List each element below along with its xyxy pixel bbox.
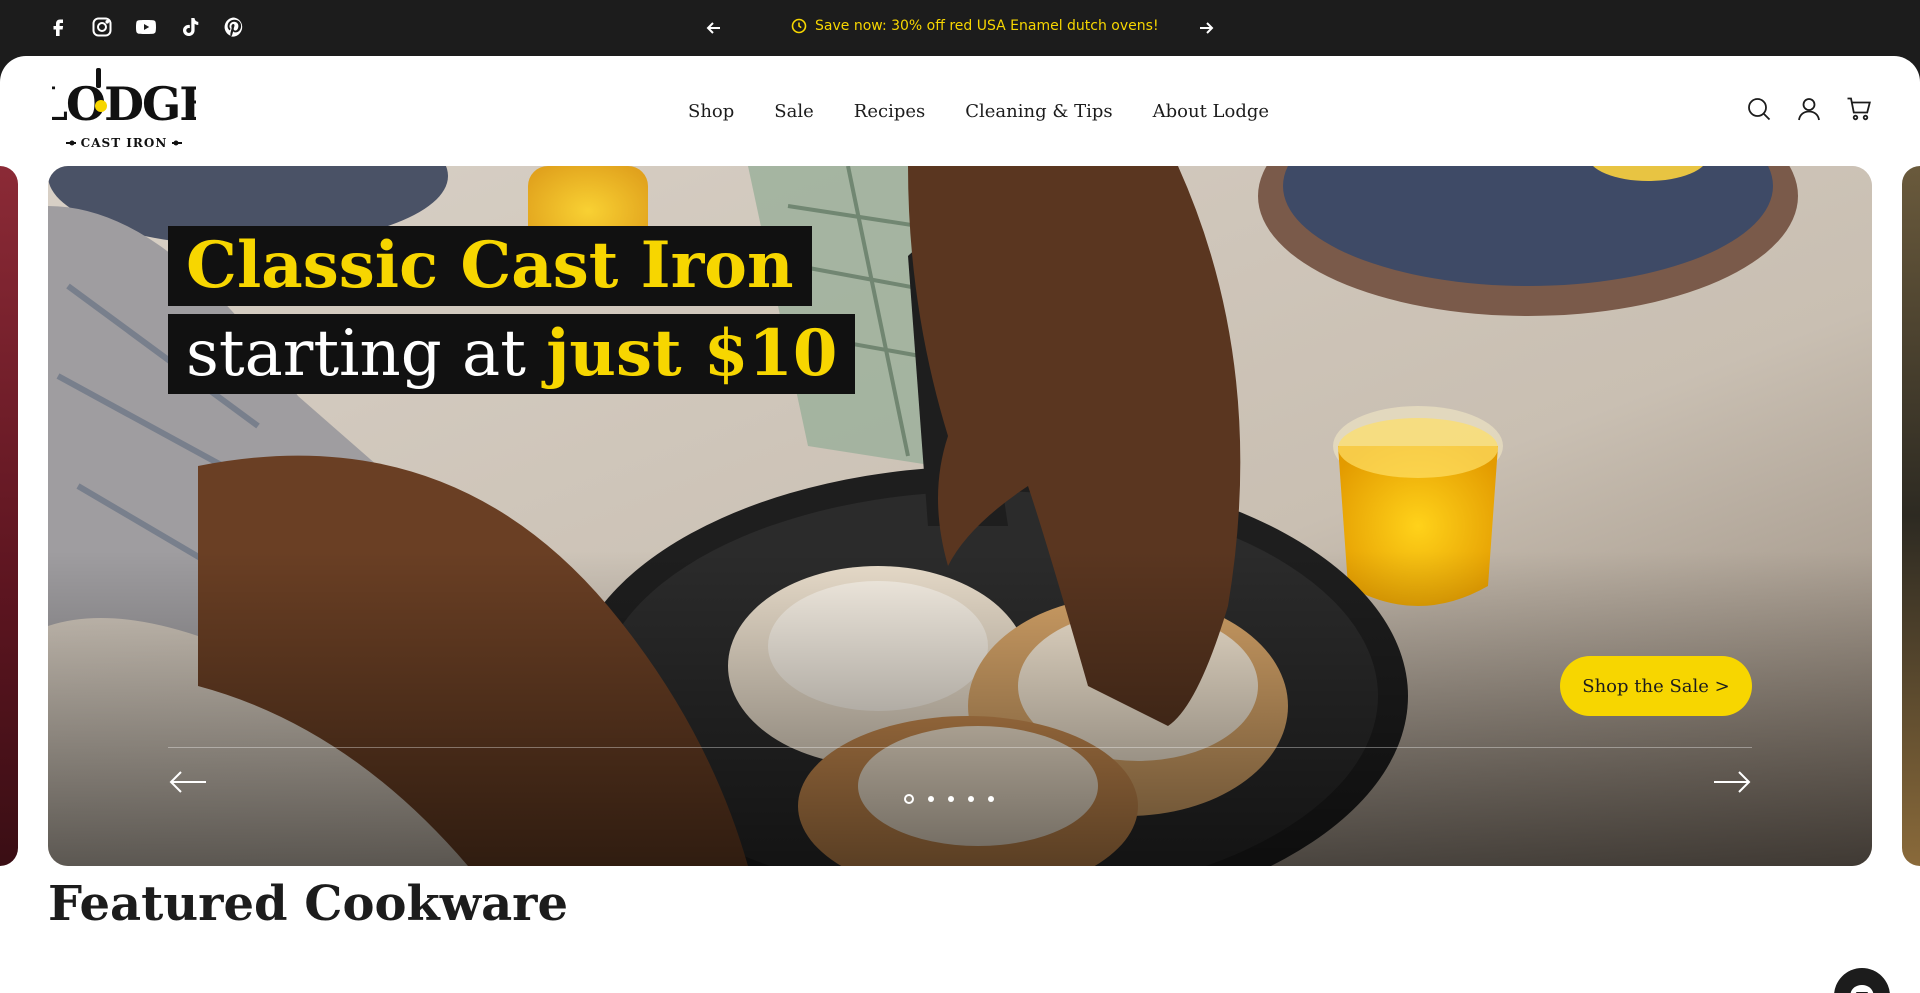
nav-item-recipes[interactable]: Recipes <box>854 101 925 122</box>
previous-slide-peek[interactable] <box>0 166 18 866</box>
carousel-next-arrow-icon[interactable] <box>1712 770 1752 794</box>
carousel-dots <box>904 794 994 804</box>
carousel-prev-arrow-icon[interactable] <box>168 770 208 794</box>
page-body: LODGE CAST IRON Shop Sale Recipes Cleani… <box>0 56 1920 993</box>
hero-headline: Classic Cast Iron starting at just $10 <box>168 226 856 394</box>
header-actions <box>1746 96 1872 122</box>
carousel-dot-3[interactable] <box>948 796 954 802</box>
carousel-dot-2[interactable] <box>928 796 934 802</box>
search-icon[interactable] <box>1746 96 1772 122</box>
facebook-icon[interactable] <box>46 15 70 39</box>
carousel-dot-1[interactable] <box>904 794 914 804</box>
announcement-bar: Save now: 30% off red USA Enamel dutch o… <box>0 0 1920 56</box>
brand-name: LODGE <box>52 77 196 131</box>
announcement-message[interactable]: Save now: 30% off red USA Enamel dutch o… <box>791 18 1159 34</box>
youtube-icon[interactable] <box>134 15 158 39</box>
next-slide-peek[interactable] <box>1902 166 1920 866</box>
tiktok-icon[interactable] <box>178 15 202 39</box>
headline-price: just $10 <box>546 316 838 391</box>
main-nav: Shop Sale Recipes Cleaning & Tips About … <box>688 101 1269 122</box>
arrow-right-icon[interactable] <box>1195 17 1217 39</box>
carousel-dot-5[interactable] <box>988 796 994 802</box>
hero-slide: Classic Cast Iron starting at just $10 S… <box>48 166 1872 866</box>
nav-item-cleaning-tips[interactable]: Cleaning & Tips <box>965 101 1112 122</box>
brand-tagline: CAST IRON <box>81 136 168 150</box>
instagram-icon[interactable] <box>90 15 114 39</box>
account-icon[interactable] <box>1796 96 1822 122</box>
clock-icon <box>791 18 807 34</box>
nav-item-about-lodge[interactable]: About Lodge <box>1153 101 1269 122</box>
headline-prefix: starting at <box>186 317 547 391</box>
carousel-dot-4[interactable] <box>968 796 974 802</box>
cart-icon[interactable] <box>1846 96 1872 122</box>
pinterest-icon[interactable] <box>222 15 246 39</box>
arrow-left-icon[interactable] <box>703 17 725 39</box>
announcement-text: Save now: 30% off red USA Enamel dutch o… <box>815 18 1159 34</box>
hero-divider <box>168 747 1752 748</box>
lodge-logo[interactable]: LODGE CAST IRON <box>36 66 214 152</box>
social-links <box>46 15 246 39</box>
headline-line-1: Classic Cast Iron <box>168 226 812 306</box>
chat-icon <box>1850 985 1874 993</box>
featured-cookware-heading: Featured Cookware <box>48 876 569 932</box>
shop-sale-button[interactable]: Shop the Sale > <box>1560 656 1752 716</box>
nav-item-shop[interactable]: Shop <box>688 101 734 122</box>
chat-button[interactable] <box>1834 968 1890 993</box>
headline-line-2: starting at just $10 <box>168 314 856 394</box>
nav-item-sale[interactable]: Sale <box>774 101 813 122</box>
